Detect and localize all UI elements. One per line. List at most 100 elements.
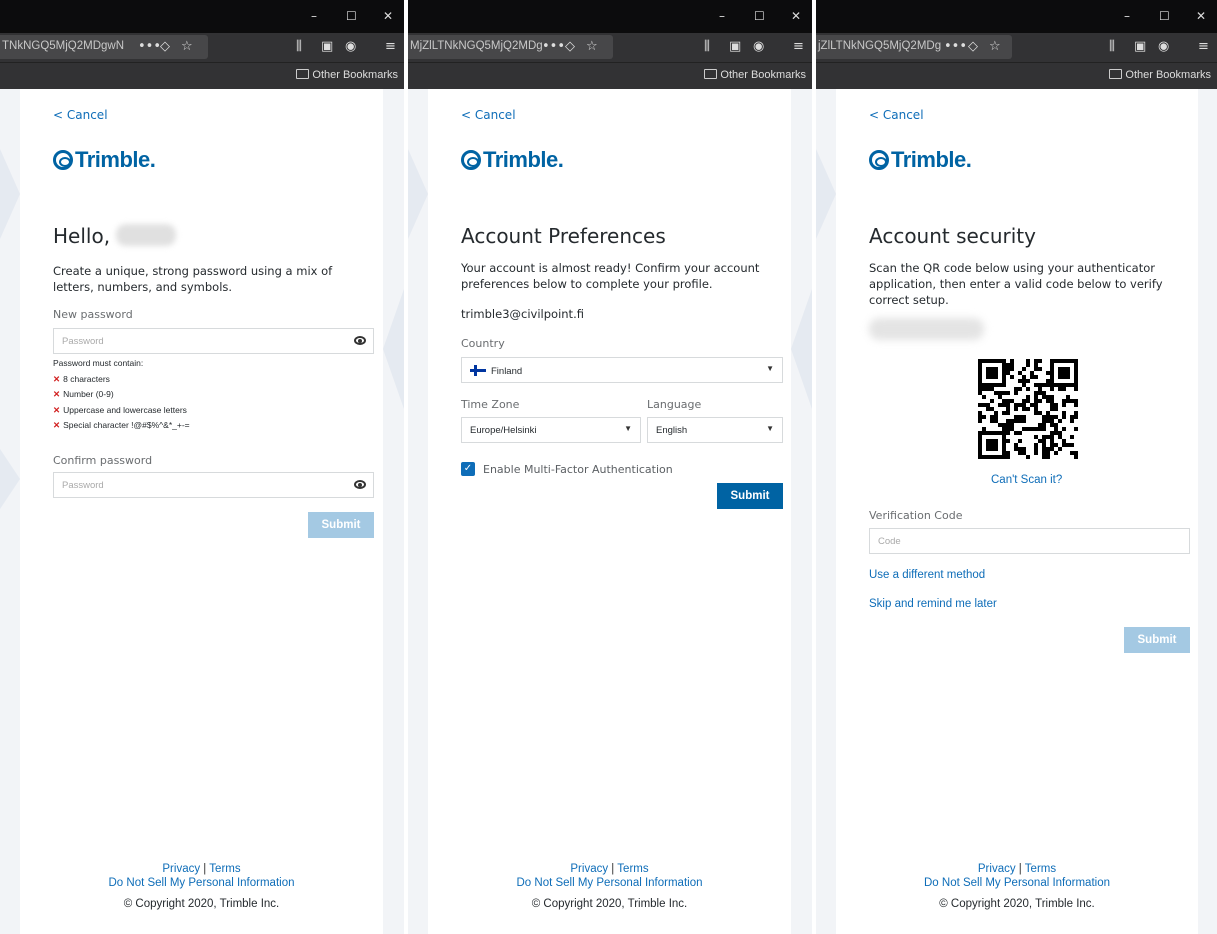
other-bookmarks[interactable]: Other Bookmarks <box>704 69 806 81</box>
rule-item: ✕ Uppercase and lowercase letters <box>53 404 187 415</box>
footer: Privacy | Terms Do Not Sell My Personal … <box>20 863 383 910</box>
qr-module <box>1062 427 1066 431</box>
qr-module <box>1046 455 1050 459</box>
terms-link[interactable]: Terms <box>617 863 648 875</box>
qr-module <box>1006 391 1010 395</box>
account-icon[interactable]: ◉ <box>1158 39 1169 54</box>
privacy-link[interactable]: Privacy <box>570 863 608 875</box>
cancel-link[interactable]: < Cancel <box>461 108 516 122</box>
qr-module <box>1034 375 1038 379</box>
show-password-icon[interactable] <box>354 336 366 345</box>
qr-module <box>1070 443 1074 447</box>
menu-icon[interactable]: ≡ <box>793 39 804 54</box>
minimize-button[interactable]: – <box>311 9 317 23</box>
sidebar-icon[interactable]: ▣ <box>321 39 333 54</box>
page-actions-icon[interactable]: ••• <box>542 39 565 54</box>
bg-shape <box>791 289 812 409</box>
new-password-input[interactable]: Password <box>53 328 374 354</box>
qr-module <box>1054 451 1058 455</box>
library-icon[interactable]: ⫼ <box>704 39 710 54</box>
terms-link[interactable]: Terms <box>1025 863 1056 875</box>
cancel-link[interactable]: < Cancel <box>869 108 924 122</box>
verification-code-input[interactable]: Code <box>869 528 1190 554</box>
page-actions-icon[interactable]: ••• <box>944 39 967 54</box>
sidebar-icon[interactable]: ▣ <box>729 39 741 54</box>
copyright: © Copyright 2020, Trimble Inc. <box>531 898 688 910</box>
privacy-link[interactable]: Privacy <box>162 863 200 875</box>
submit-button[interactable]: Submit <box>1124 627 1190 653</box>
qr-module <box>1026 407 1030 411</box>
auth-card: < Cancel Trimble. Account security Scan … <box>836 89 1198 934</box>
page-actions-icon[interactable]: ••• <box>138 39 161 54</box>
pocket-icon[interactable]: ◇ <box>160 39 170 54</box>
do-not-sell-link[interactable]: Do Not Sell My Personal Information <box>924 877 1110 889</box>
account-icon[interactable]: ◉ <box>345 39 356 54</box>
bookmarks-bar: Other Bookmarks <box>408 62 812 89</box>
skip-remind-later-link[interactable]: Skip and remind me later <box>869 598 997 610</box>
address-bar[interactable]: jZlLTNkNGQ5MjQ2MDg ••• ◇ ☆ <box>816 35 1012 59</box>
menu-icon[interactable]: ≡ <box>385 39 396 54</box>
footer: Privacy | Terms Do Not Sell My Personal … <box>836 863 1198 910</box>
close-button[interactable]: ✕ <box>383 9 393 23</box>
close-button[interactable]: ✕ <box>791 9 801 23</box>
fail-icon: ✕ <box>53 420 61 430</box>
bg-shape <box>0 149 20 239</box>
cant-scan-link[interactable]: Can't Scan it? <box>991 474 1062 486</box>
qr-module <box>1006 431 1010 435</box>
address-bar[interactable]: MjZlLTNkNGQ5MjQ2MDg ••• ◇ ☆ <box>408 35 613 59</box>
verification-code-label: Verification Code <box>869 509 963 522</box>
url-toolbar: jZlLTNkNGQ5MjQ2MDg ••• ◇ ☆ ⫼ ▣ ◉ ≡ <box>816 33 1217 62</box>
confirm-password-input[interactable]: Password <box>53 472 374 498</box>
maximize-button[interactable]: ☐ <box>754 9 765 23</box>
folder-icon <box>704 69 718 79</box>
other-bookmarks[interactable]: Other Bookmarks <box>1109 69 1211 81</box>
mfa-checkbox[interactable]: ✓ <box>461 462 475 476</box>
rule-item: ✕ 8 characters <box>53 373 110 384</box>
chevron-down-icon: ▼ <box>766 424 774 433</box>
pocket-icon[interactable]: ◇ <box>565 39 575 54</box>
country-select[interactable]: Finland ▼ <box>461 357 783 383</box>
rule-item: ✕ Special character !@#$%^&*_+-= <box>53 420 190 430</box>
use-different-method-link[interactable]: Use a different method <box>869 569 985 581</box>
qr-module <box>1018 439 1022 443</box>
minimize-button[interactable]: – <box>1124 9 1130 23</box>
qr-module <box>1066 375 1070 379</box>
close-button[interactable]: ✕ <box>1196 9 1206 23</box>
cancel-link[interactable]: < Cancel <box>53 108 108 122</box>
maximize-button[interactable]: ☐ <box>1159 9 1170 23</box>
new-password-label: New password <box>53 308 133 321</box>
minimize-button[interactable]: – <box>719 9 725 23</box>
trimble-globe-icon <box>53 150 73 170</box>
address-bar[interactable]: TNkNGQ5MjQ2MDgwN ••• ◇ ☆ <box>0 35 208 59</box>
account-icon[interactable]: ◉ <box>753 39 764 54</box>
privacy-link[interactable]: Privacy <box>978 863 1016 875</box>
pocket-icon[interactable]: ◇ <box>968 39 978 54</box>
do-not-sell-link[interactable]: Do Not Sell My Personal Information <box>517 877 703 889</box>
timezone-select[interactable]: Europe/Helsinki ▼ <box>461 417 641 443</box>
qr-module <box>1026 363 1030 367</box>
timezone-label: Time Zone <box>461 398 520 411</box>
confirm-password-label: Confirm password <box>53 454 153 467</box>
library-icon[interactable]: ⫼ <box>296 39 302 54</box>
qr-module <box>1070 419 1074 423</box>
terms-link[interactable]: Terms <box>209 863 240 875</box>
submit-button[interactable]: Submit <box>308 512 374 538</box>
language-select[interactable]: English ▼ <box>647 417 783 443</box>
menu-icon[interactable]: ≡ <box>1198 39 1209 54</box>
qr-module <box>1018 431 1022 435</box>
auth-card: < Cancel Trimble. Account Preferences Yo… <box>428 89 791 934</box>
other-bookmarks[interactable]: Other Bookmarks <box>296 69 398 81</box>
library-icon[interactable]: ⫼ <box>1109 39 1115 54</box>
sidebar-icon[interactable]: ▣ <box>1134 39 1146 54</box>
show-password-icon[interactable] <box>354 480 366 489</box>
submit-button[interactable]: Submit <box>717 483 783 509</box>
qr-module <box>1010 375 1014 379</box>
qr-module <box>1006 455 1010 459</box>
qr-module <box>1038 367 1042 371</box>
qr-module <box>1038 399 1042 403</box>
star-icon[interactable]: ☆ <box>989 39 1001 54</box>
do-not-sell-link[interactable]: Do Not Sell My Personal Information <box>109 877 295 889</box>
star-icon[interactable]: ☆ <box>586 39 598 54</box>
star-icon[interactable]: ☆ <box>181 39 193 54</box>
maximize-button[interactable]: ☐ <box>346 9 357 23</box>
